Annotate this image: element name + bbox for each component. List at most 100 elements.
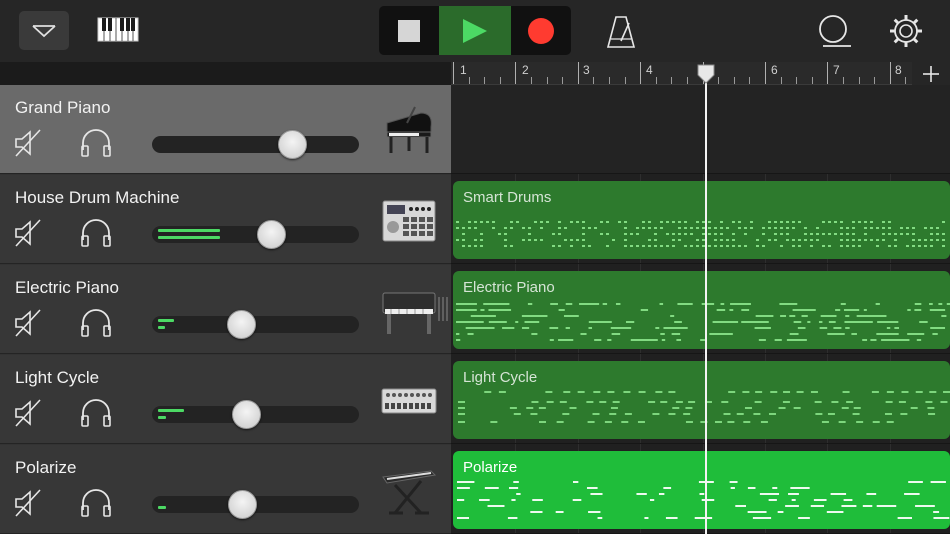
region-light-cycle[interactable]: Light Cycle — [453, 361, 950, 439]
metronome-button[interactable] — [604, 14, 638, 50]
midi-note — [625, 321, 635, 323]
midi-note — [727, 421, 735, 423]
mute-icon[interactable] — [14, 218, 44, 248]
midi-note — [833, 327, 842, 329]
track-lane-house-drum-machine[interactable]: Smart Drums — [451, 175, 950, 264]
region-smart-drums[interactable]: Smart Drums — [453, 181, 950, 259]
midi-note — [827, 333, 845, 335]
midi-note — [856, 421, 864, 423]
midi-note — [649, 499, 655, 501]
track-header-grand-piano[interactable]: Grand Piano — [0, 85, 451, 174]
timeline-area[interactable]: 1 2 3 4 5 6 7 8 Smart Drums Electric Pia… — [451, 62, 950, 534]
volume-knob[interactable] — [227, 310, 256, 339]
headphones-icon[interactable] — [80, 128, 112, 158]
volume-slider[interactable] — [152, 220, 359, 249]
playhead-handle-icon[interactable] — [696, 64, 716, 84]
midi-note — [588, 321, 612, 323]
midi-note — [540, 227, 543, 229]
track-lane-electric-piano[interactable]: Electric Piano — [451, 265, 950, 354]
headphones-icon[interactable] — [80, 308, 112, 338]
stop-button[interactable] — [379, 6, 439, 55]
midi-note — [615, 303, 621, 305]
midi-note — [786, 233, 789, 235]
midi-note — [458, 421, 465, 423]
midi-note — [906, 233, 909, 235]
track-header-polarize[interactable]: Polarize — [0, 445, 451, 534]
midi-note — [924, 239, 927, 241]
midi-note — [721, 401, 729, 403]
mute-icon[interactable] — [14, 308, 44, 338]
midi-note — [538, 421, 546, 423]
midi-note — [882, 233, 885, 235]
midi-note — [870, 227, 873, 229]
track-header-light-cycle[interactable]: Light Cycle — [0, 355, 451, 444]
add-section-button[interactable] — [912, 62, 950, 85]
loop-browser-button[interactable] — [814, 12, 854, 50]
midi-note — [642, 245, 645, 247]
bar-number: 2 — [522, 63, 529, 77]
midi-note — [862, 339, 868, 341]
midi-note — [654, 245, 657, 247]
volume-knob[interactable] — [232, 400, 261, 429]
browser-menu-button[interactable] — [19, 11, 69, 50]
midi-note — [504, 239, 507, 241]
record-button[interactable] — [511, 6, 571, 55]
midi-note — [546, 401, 554, 403]
midi-note — [834, 233, 837, 235]
midi-note — [788, 493, 799, 495]
midi-note — [888, 245, 891, 247]
headphones-icon[interactable] — [80, 398, 112, 428]
midi-note — [774, 227, 777, 229]
keyboard-button[interactable] — [96, 14, 140, 44]
volume-knob[interactable] — [257, 220, 286, 249]
volume-knob[interactable] — [228, 490, 257, 519]
ruler-tick — [889, 62, 891, 84]
track-header-house-drum-machine[interactable]: House Drum Machine — [0, 175, 451, 264]
midi-note — [774, 339, 782, 341]
midi-note — [474, 239, 477, 241]
track-name: Electric Piano — [15, 278, 119, 297]
midi-note — [750, 227, 753, 229]
track-lane-light-cycle[interactable]: Light Cycle — [451, 355, 950, 444]
mute-icon[interactable] — [14, 398, 44, 428]
volume-knob[interactable] — [278, 130, 307, 159]
track-lane-polarize[interactable]: Polarize — [451, 445, 950, 534]
midi-note — [484, 391, 492, 393]
track-header-electric-piano[interactable]: Electric Piano — [0, 265, 451, 354]
midi-note — [858, 239, 861, 241]
midi-note — [540, 239, 543, 241]
headphones-icon[interactable] — [80, 218, 112, 248]
headphones-icon[interactable] — [80, 488, 112, 518]
track-lane-grand-piano[interactable] — [451, 85, 950, 174]
mute-icon[interactable] — [14, 488, 44, 518]
midi-note — [743, 421, 751, 423]
region-polarize[interactable]: Polarize — [453, 451, 950, 529]
keyboard-icon — [97, 17, 139, 42]
ruler-tick — [531, 77, 532, 84]
midi-note — [611, 333, 621, 335]
midi-note — [690, 245, 693, 247]
midi-note — [456, 309, 477, 311]
midi-note — [606, 233, 609, 235]
midi-note — [852, 221, 855, 223]
volume-slider[interactable] — [152, 490, 359, 519]
synth-module-icon — [381, 388, 437, 414]
midi-note — [462, 227, 465, 229]
grand-piano-icon — [386, 106, 432, 153]
midi-note — [907, 309, 911, 311]
region-electric-piano[interactable]: Electric Piano — [453, 271, 950, 349]
midi-note — [582, 245, 585, 247]
volume-slider[interactable] — [152, 130, 359, 159]
resize-handle-icon[interactable] — [437, 295, 449, 323]
midi-note — [830, 493, 847, 495]
midi-note — [842, 391, 850, 393]
play-button[interactable] — [439, 6, 511, 55]
midi-note — [900, 227, 903, 229]
volume-slider[interactable] — [152, 400, 359, 429]
mute-icon[interactable] — [14, 128, 44, 158]
midi-note — [709, 333, 733, 335]
settings-button[interactable] — [887, 12, 925, 50]
playhead[interactable] — [705, 74, 707, 534]
volume-slider[interactable] — [152, 310, 359, 339]
midi-note — [840, 245, 843, 247]
